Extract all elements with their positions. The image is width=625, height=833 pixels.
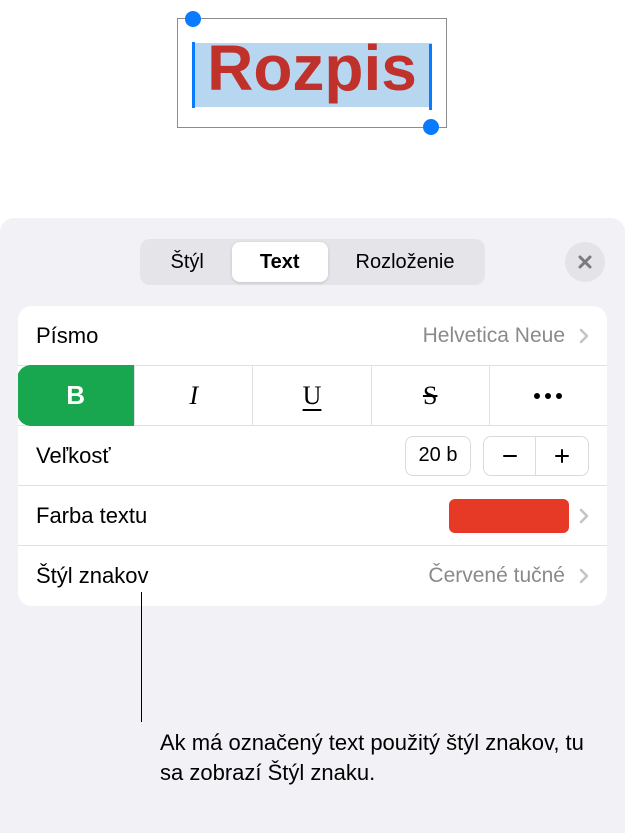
chevron-right-icon: [579, 508, 589, 524]
minus-icon: [500, 446, 520, 466]
text-box-content[interactable]: Rozpis: [178, 36, 446, 100]
tab-layout[interactable]: Rozloženie: [328, 242, 483, 282]
inspector-tabs: Štýl Text Rozloženie: [140, 239, 486, 285]
size-row: Veľkosť 20 b: [18, 426, 607, 486]
inspector-tab-row: Štýl Text Rozloženie: [0, 218, 625, 306]
size-stepper: [483, 436, 589, 476]
tab-text[interactable]: Text: [232, 242, 328, 282]
close-button[interactable]: [565, 242, 605, 282]
size-decrease-button[interactable]: [484, 437, 536, 475]
size-control: 20 b: [405, 436, 589, 476]
underline-button[interactable]: U: [253, 366, 371, 425]
close-icon: [577, 254, 593, 270]
strikethrough-button-label: S: [423, 381, 437, 411]
italic-button[interactable]: I: [135, 366, 253, 425]
selection-handle-end[interactable]: [423, 119, 439, 135]
text-color-swatch[interactable]: [449, 499, 569, 533]
size-field[interactable]: 20 b: [405, 436, 471, 476]
bold-button[interactable]: B: [18, 365, 135, 426]
plus-icon: [552, 446, 572, 466]
font-row[interactable]: Písmo Helvetica Neue: [18, 306, 607, 366]
more-options-button[interactable]: [490, 366, 607, 425]
style-buttons-row: B I U S: [18, 366, 607, 426]
more-icon: [534, 393, 562, 399]
size-label: Veľkosť: [36, 443, 405, 469]
chevron-right-icon: [579, 568, 589, 584]
character-style-value: Červené tučné: [428, 564, 565, 588]
text-color-label: Farba textu: [36, 503, 449, 529]
tab-style[interactable]: Štýl: [143, 242, 232, 282]
callout-leader-line: [141, 592, 142, 722]
text-box[interactable]: Rozpis: [177, 18, 447, 128]
character-style-label: Štýl znakov: [36, 563, 428, 589]
size-increase-button[interactable]: [536, 437, 588, 475]
callout-text: Ak má označený text použitý štýl znakov,…: [160, 728, 595, 787]
font-value: Helvetica Neue: [423, 324, 565, 348]
chevron-right-icon: [579, 328, 589, 344]
strikethrough-button[interactable]: S: [372, 366, 490, 425]
font-label: Písmo: [36, 323, 423, 349]
selection-handle-start[interactable]: [185, 11, 201, 27]
text-color-row[interactable]: Farba textu: [18, 486, 607, 546]
text-options-card: Písmo Helvetica Neue B I U S Veľkosť 20 …: [18, 306, 607, 606]
underline-button-label: U: [303, 381, 322, 411]
character-style-row[interactable]: Štýl znakov Červené tučné: [18, 546, 607, 606]
document-canvas: Rozpis: [0, 0, 625, 218]
